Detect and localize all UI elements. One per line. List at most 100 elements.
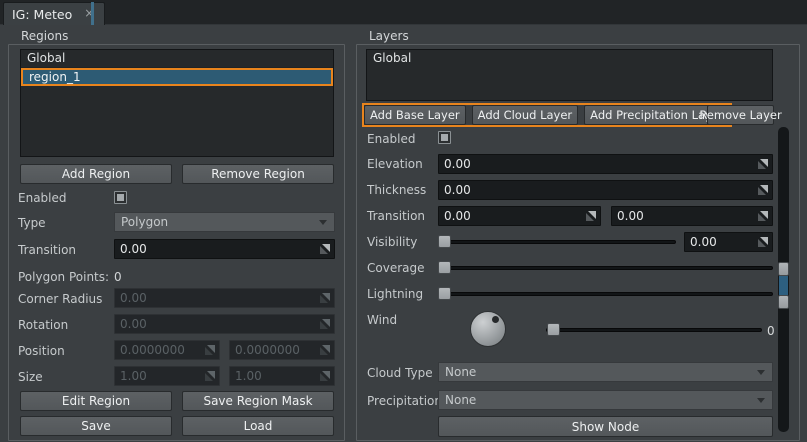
- spin-handle-icon[interactable]: [758, 211, 768, 221]
- spin-handle-icon: [320, 345, 330, 355]
- size-label: Size: [18, 370, 43, 385]
- add-base-layer-button[interactable]: Add Base Layer: [364, 105, 466, 125]
- layers-group-title: Layers: [369, 29, 409, 43]
- polygon-points-value: 0: [114, 270, 122, 284]
- chevron-down-icon: [319, 220, 327, 225]
- corner-radius-label: Corner Radius: [18, 292, 102, 307]
- thickness-spinbox[interactable]: 0.00: [438, 180, 773, 200]
- wind-speed-slider[interactable]: [546, 328, 762, 332]
- transition-value: 0.00: [120, 242, 147, 256]
- region-enabled-checkbox[interactable]: [114, 191, 127, 204]
- spin-handle-icon: [205, 345, 215, 355]
- wind-label: Wind: [367, 313, 397, 328]
- precipitation-label: Precipitation: [367, 394, 442, 409]
- layer-enabled-label: Enabled: [367, 132, 416, 147]
- layer-transition-label: Transition: [367, 209, 425, 224]
- edit-region-button[interactable]: Edit Region: [20, 391, 172, 411]
- chevron-down-icon: [757, 370, 765, 375]
- polygon-points-label: Polygon Points:: [18, 270, 109, 285]
- type-dropdown[interactable]: Polygon: [114, 212, 335, 232]
- elevation-spinbox[interactable]: 0.00: [438, 154, 773, 174]
- visibility-label: Visibility: [367, 235, 417, 250]
- lightning-slider-handle[interactable]: [438, 287, 451, 300]
- spin-handle-icon[interactable]: [586, 211, 596, 221]
- position-label: Position: [18, 344, 65, 359]
- elevation-value: 0.00: [444, 157, 471, 171]
- visibility-slider-handle[interactable]: [438, 235, 451, 248]
- corner-radius-value: 0.00: [120, 291, 147, 305]
- type-value: Polygon: [121, 215, 168, 229]
- size-y-value: 1.00: [235, 369, 262, 383]
- load-button[interactable]: Load: [182, 416, 334, 436]
- list-item[interactable]: Global: [367, 50, 772, 68]
- spin-handle-icon[interactable]: [758, 159, 768, 169]
- coverage-slider[interactable]: [438, 266, 773, 270]
- wind-direction-knob[interactable]: [470, 311, 506, 347]
- chevron-down-icon: [757, 398, 765, 403]
- rotation-spinbox: 0.00: [114, 314, 335, 334]
- transition-label: Transition: [18, 243, 76, 258]
- size-x-value: 1.00: [120, 369, 147, 383]
- layer-transition-value-2: 0.00: [617, 209, 644, 223]
- spin-handle-icon[interactable]: [758, 237, 768, 247]
- spin-handle-icon: [320, 319, 330, 329]
- list-item-selected[interactable]: region_1: [21, 68, 333, 86]
- regions-list[interactable]: Global region_1: [20, 49, 334, 157]
- add-cloud-layer-button[interactable]: Add Cloud Layer: [472, 105, 579, 125]
- save-button[interactable]: Save: [20, 416, 172, 436]
- close-icon[interactable]: ×: [82, 7, 96, 21]
- corner-radius-spinbox: 0.00: [114, 288, 335, 308]
- cloud-type-label: Cloud Type: [367, 366, 433, 381]
- scrollbar-range-fill: [779, 276, 788, 295]
- tab-ig-meteo[interactable]: IG: Meteo ×: [3, 2, 105, 25]
- lightning-slider[interactable]: [438, 292, 773, 296]
- cloud-type-value: None: [445, 365, 476, 379]
- wind-speed-slider-handle[interactable]: [547, 323, 560, 336]
- coverage-slider-handle[interactable]: [438, 261, 451, 274]
- precipitation-dropdown[interactable]: None: [438, 390, 773, 410]
- spin-handle-icon[interactable]: [320, 244, 330, 254]
- type-label: Type: [18, 216, 46, 231]
- layers-list[interactable]: Global: [366, 49, 773, 101]
- spin-handle-icon: [205, 371, 215, 381]
- spin-handle-icon: [320, 371, 330, 381]
- thickness-value: 0.00: [444, 183, 471, 197]
- add-layer-highlight: Add Base Layer Add Cloud Layer Add Preci…: [362, 103, 732, 127]
- tab-bar: IG: Meteo ×: [0, 0, 807, 25]
- layer-transition-spinbox-1[interactable]: 0.00: [438, 206, 601, 226]
- thickness-label: Thickness: [367, 183, 426, 198]
- position-x-spinbox: 0.0000000: [114, 340, 220, 360]
- precipitation-value: None: [445, 393, 476, 407]
- enabled-label: Enabled: [18, 191, 67, 206]
- wind-value: 0: [767, 324, 775, 339]
- visibility-spinbox[interactable]: 0.00: [684, 232, 773, 252]
- knob-indicator-dot: [492, 316, 499, 323]
- rotation-value: 0.00: [120, 317, 147, 331]
- add-region-button[interactable]: Add Region: [20, 164, 172, 184]
- layer-transition-spinbox-2[interactable]: 0.00: [611, 206, 773, 226]
- meteo-panel: IG: Meteo × Regions Global region_1 Add …: [0, 0, 807, 442]
- elevation-label: Elevation: [367, 157, 423, 172]
- spin-handle-icon[interactable]: [758, 185, 768, 195]
- size-x-spinbox: 1.00: [114, 366, 220, 386]
- scrollbar-handle-top[interactable]: [778, 262, 789, 276]
- regions-group: Regions Global region_1 Add Region Remov…: [8, 44, 345, 441]
- scrollbar-handle-bottom[interactable]: [778, 295, 789, 309]
- remove-region-button[interactable]: Remove Region: [182, 164, 334, 184]
- transition-spinbox[interactable]: 0.00: [114, 239, 335, 259]
- tab-accent-line: [91, 2, 94, 25]
- show-node-button[interactable]: Show Node: [438, 416, 773, 437]
- regions-group-title: Regions: [21, 29, 68, 43]
- list-item[interactable]: Global: [21, 50, 333, 68]
- layer-enabled-checkbox[interactable]: [438, 131, 451, 144]
- lightning-label: Lightning: [367, 287, 423, 302]
- position-y-value: 0.0000000: [235, 343, 300, 357]
- remove-layer-button[interactable]: Remove Layer: [707, 105, 774, 125]
- vertical-scrollbar[interactable]: [778, 127, 789, 432]
- layer-transition-value-1: 0.00: [444, 209, 471, 223]
- rotation-label: Rotation: [18, 318, 68, 333]
- cloud-type-dropdown[interactable]: None: [438, 362, 773, 382]
- visibility-slider[interactable]: [438, 240, 676, 244]
- save-region-mask-button[interactable]: Save Region Mask: [182, 391, 334, 411]
- position-x-value: 0.0000000: [120, 343, 185, 357]
